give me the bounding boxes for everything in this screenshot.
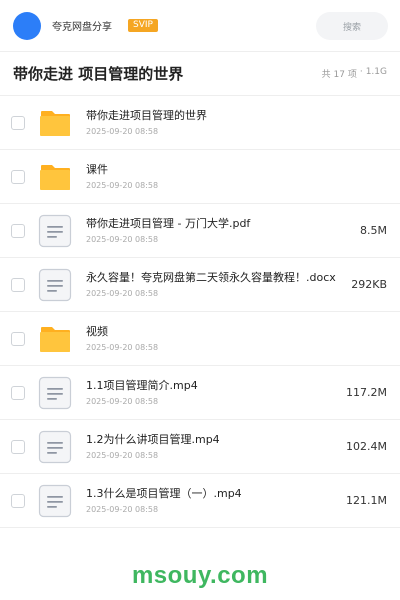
file-row[interactable]: 1.1项目管理简介.mp4 2025-09-20 08:58 117.2M: [0, 366, 400, 420]
file-date: 2025-09-20 08:58: [86, 289, 159, 298]
avatar[interactable]: [13, 11, 41, 40]
svip-badge: SVIP: [128, 19, 158, 32]
document-icon: [38, 214, 72, 248]
item-count: 共 17 项: [321, 70, 357, 80]
file-size: 117.2M: [346, 386, 387, 399]
row-checkbox[interactable]: [11, 493, 25, 508]
file-size: 8.5M: [360, 224, 387, 237]
file-meta: 课件 2025-09-20 08:58: [86, 162, 387, 191]
file-meta: 永久容量！夸克网盘第二天领永久容量教程！.docx 2025-09-20 08:5…: [86, 270, 343, 299]
file-row[interactable]: 课件 2025-09-20 08:58: [0, 150, 400, 204]
file-row[interactable]: 1.2为什么讲项目管理.mp4 2025-09-20 08:58 102.4M: [0, 420, 400, 474]
row-checkbox[interactable]: [11, 331, 25, 346]
file-row[interactable]: 带你走进项目管理的世界 2025-09-20 08:58: [0, 96, 400, 150]
file-date: 2025-09-20 08:58: [86, 397, 159, 406]
file-meta: 视频 2025-09-20 08:58: [86, 324, 387, 353]
summary-separator: ·: [359, 67, 363, 77]
file-name[interactable]: 永久容量！夸克网盘第二天领永久容量教程！.docx: [86, 270, 343, 285]
page-title: 带你走进 项目管理的世界: [13, 65, 184, 83]
file-name[interactable]: 带你走进项目管理的世界: [86, 108, 387, 123]
file-date: 2025-09-20 08:58: [86, 505, 159, 514]
file-row[interactable]: 1.3什么是项目管理（一）.mp4 2025-09-20 08:58 121.1M: [0, 474, 400, 528]
file-row[interactable]: 视频 2025-09-20 08:58: [0, 312, 400, 366]
folder-icon: [38, 160, 72, 194]
share-header: 夸克网盘分享 SVIP 搜索: [0, 0, 400, 52]
file-meta: 带你走进项目管理 - 万门大学.pdf 2025-09-20 08:58: [86, 216, 352, 245]
file-list: 带你走进项目管理的世界 2025-09-20 08:58 课件 2025-09-20 …: [0, 96, 400, 528]
total-size: 1.1G: [365, 67, 387, 77]
row-checkbox[interactable]: [11, 277, 25, 292]
file-size: 102.4M: [346, 440, 387, 453]
file-name[interactable]: 1.1项目管理简介.mp4: [86, 378, 338, 393]
file-row[interactable]: 带你走进项目管理 - 万门大学.pdf 2025-09-20 08:58 8.5M: [0, 204, 400, 258]
file-date: 2025-09-20 08:58: [86, 127, 159, 136]
file-meta: 1.1项目管理简介.mp4 2025-09-20 08:58: [86, 378, 338, 407]
file-name[interactable]: 1.3什么是项目管理（一）.mp4: [86, 486, 338, 501]
file-meta: 1.2为什么讲项目管理.mp4 2025-09-20 08:58: [86, 432, 338, 461]
file-name[interactable]: 1.2为什么讲项目管理.mp4: [86, 432, 338, 447]
document-icon: [38, 484, 72, 518]
file-meta: 带你走进项目管理的世界 2025-09-20 08:58: [86, 108, 387, 137]
folder-title-row: 带你走进 项目管理的世界 共 17 项 · 1.1G: [0, 52, 400, 96]
file-size: 292KB: [351, 278, 387, 291]
folder-icon: [38, 322, 72, 356]
folder-summary: 共 17 项 · 1.1G: [322, 67, 387, 80]
row-checkbox[interactable]: [11, 439, 25, 454]
file-meta: 1.3什么是项目管理（一）.mp4 2025-09-20 08:58: [86, 486, 338, 515]
file-date: 2025-09-20 08:58: [86, 181, 159, 190]
file-date: 2025-09-20 08:58: [86, 451, 159, 460]
file-size: 121.1M: [346, 494, 387, 507]
document-icon: [38, 268, 72, 302]
document-icon: [38, 430, 72, 464]
row-checkbox[interactable]: [11, 169, 25, 184]
file-name[interactable]: 课件: [86, 162, 387, 177]
row-checkbox[interactable]: [11, 223, 25, 238]
folder-icon: [38, 106, 72, 140]
document-icon: [38, 376, 72, 410]
share-owner-name: 夸克网盘分享: [52, 22, 112, 33]
row-checkbox[interactable]: [11, 385, 25, 400]
file-row[interactable]: 永久容量！夸克网盘第二天领永久容量教程！.docx 2025-09-20 08:5…: [0, 258, 400, 312]
file-date: 2025-09-20 08:58: [86, 235, 159, 244]
row-checkbox[interactable]: [11, 115, 25, 130]
watermark: msouy.com: [131, 562, 269, 589]
file-name[interactable]: 带你走进项目管理 - 万门大学.pdf: [86, 216, 352, 231]
file-name[interactable]: 视频: [86, 324, 387, 339]
search-button[interactable]: 搜索: [316, 12, 388, 40]
file-date: 2025-09-20 08:58: [86, 343, 159, 352]
